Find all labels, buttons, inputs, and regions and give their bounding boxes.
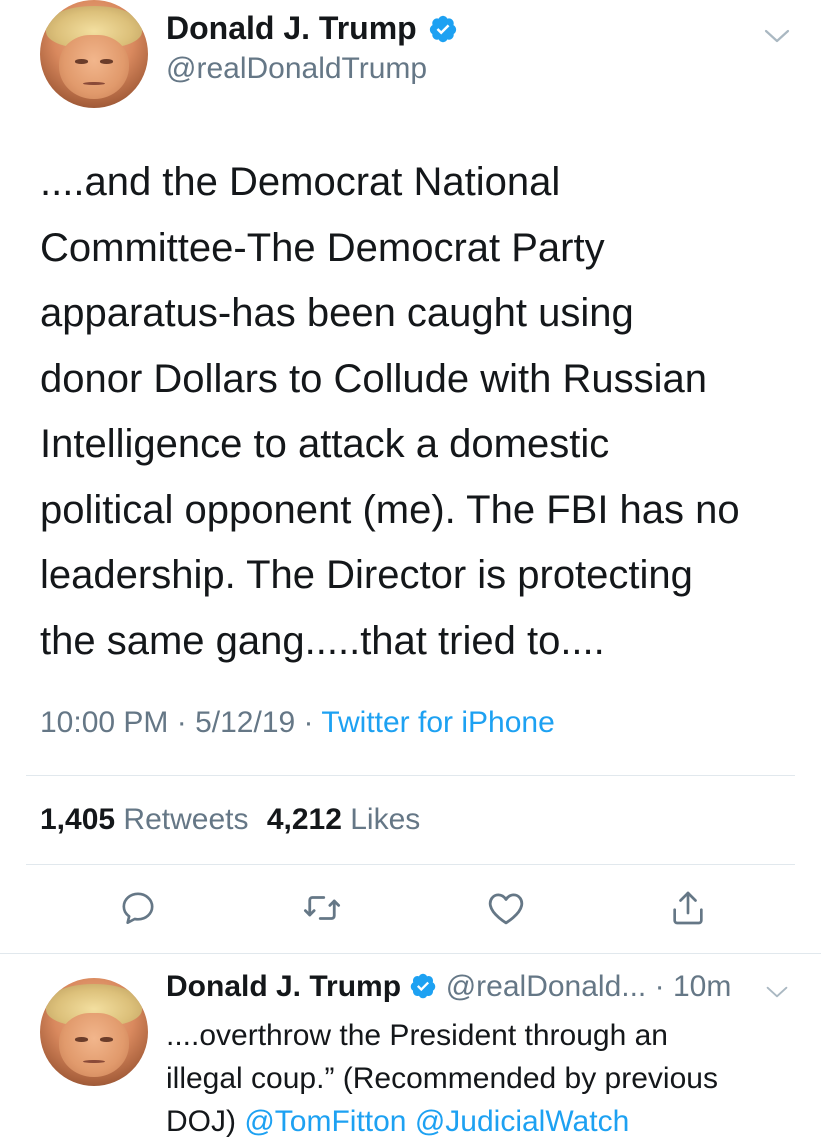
chevron-down-icon[interactable] xyxy=(765,984,789,1000)
retweets-count: 1,405 xyxy=(40,803,116,836)
reply-icon xyxy=(122,892,154,924)
likes-count: 4,212 xyxy=(266,803,342,836)
meta-separator: · xyxy=(654,970,673,1003)
mention-link[interactable]: @JudicialWatch xyxy=(415,1105,629,1138)
divider xyxy=(0,953,821,954)
divider xyxy=(26,864,795,865)
avatar-eye xyxy=(100,1037,114,1042)
retweets-label: Retweets xyxy=(123,803,249,836)
tweet-source-link[interactable]: Twitter for iPhone xyxy=(321,706,554,739)
likes-label: Likes xyxy=(350,803,421,836)
tweet-text-line: political opponent (me). The FBI has no xyxy=(40,487,740,532)
reply-author-handle[interactable]: @realDonald... xyxy=(446,970,647,1003)
tweet-text-line: the same gang.....that tried to.... xyxy=(40,618,605,663)
verified-badge-icon xyxy=(429,15,456,42)
mention-link[interactable]: @TomFitton xyxy=(244,1105,406,1138)
reply-text-line: ....overthrow the President through an xyxy=(166,1019,668,1052)
tweet-stats: 1,405 Retweets 4,212 Likes xyxy=(40,803,420,837)
reply-author-avatar[interactable] xyxy=(40,978,148,1086)
author-avatar[interactable] xyxy=(40,0,148,108)
likes-stat[interactable]: 4,212 Likes xyxy=(267,803,420,836)
author-handle[interactable]: @realDonaldTrump xyxy=(166,52,427,86)
retweets-stat[interactable]: 1,405 Retweets xyxy=(40,803,248,836)
reply-author-name[interactable]: Donald J. Trump xyxy=(166,970,401,1003)
share-icon xyxy=(673,891,703,925)
author-name-text: Donald J. Trump xyxy=(166,10,417,46)
tweet-meta: 10:00 PM · 5/12/19 · Twitter for iPhone xyxy=(40,706,555,740)
tweet-text: ....and the Democrat National Committee-… xyxy=(40,150,800,674)
tweet-text-line: Intelligence to attack a domestic xyxy=(40,422,610,466)
tweet-text-line: apparatus-has been caught using xyxy=(40,291,634,335)
avatar-eye xyxy=(74,59,88,64)
share-button[interactable] xyxy=(664,884,712,932)
reply-text-prefix: DOJ) xyxy=(166,1105,245,1138)
tweet-text-line: donor Dollars to Collude with Russian xyxy=(40,356,707,401)
tweet-text-line: Committee-The Democrat Party xyxy=(40,225,605,270)
tweet-text-line: leadership. The Director is protecting xyxy=(40,553,693,597)
divider xyxy=(26,775,795,776)
avatar-eye xyxy=(100,59,114,64)
reply-button[interactable] xyxy=(114,884,162,932)
avatar-face xyxy=(59,1012,129,1078)
reply-text-line: DOJ) @TomFitton @JudicialWatch xyxy=(166,1100,786,1143)
like-button[interactable] xyxy=(482,884,530,932)
tweet-time: 10:00 PM xyxy=(40,706,169,739)
reply-header: Donald J. Trump @realDonald... · 10m xyxy=(166,970,731,1004)
tweet-date: 5/12/19 xyxy=(195,706,296,739)
reply-text-line: illegal coup.” (Recommended by previous xyxy=(166,1062,718,1095)
avatar-eye xyxy=(74,1037,88,1042)
reply-text: ....overthrow the President through an i… xyxy=(166,1014,786,1143)
retweet-icon xyxy=(303,896,341,920)
chevron-down-icon[interactable] xyxy=(763,27,791,45)
verified-badge-icon xyxy=(411,973,436,999)
meta-separator: · xyxy=(176,706,196,739)
avatar-face xyxy=(59,34,129,100)
heart-icon xyxy=(488,893,524,925)
reply-time-ago: 10m xyxy=(672,970,732,1003)
author-name[interactable]: Donald J. Trump xyxy=(166,10,458,47)
meta-separator: · xyxy=(303,706,322,739)
retweet-button[interactable] xyxy=(298,884,346,932)
tweet-text-line: ....and the Democrat National xyxy=(40,160,561,204)
